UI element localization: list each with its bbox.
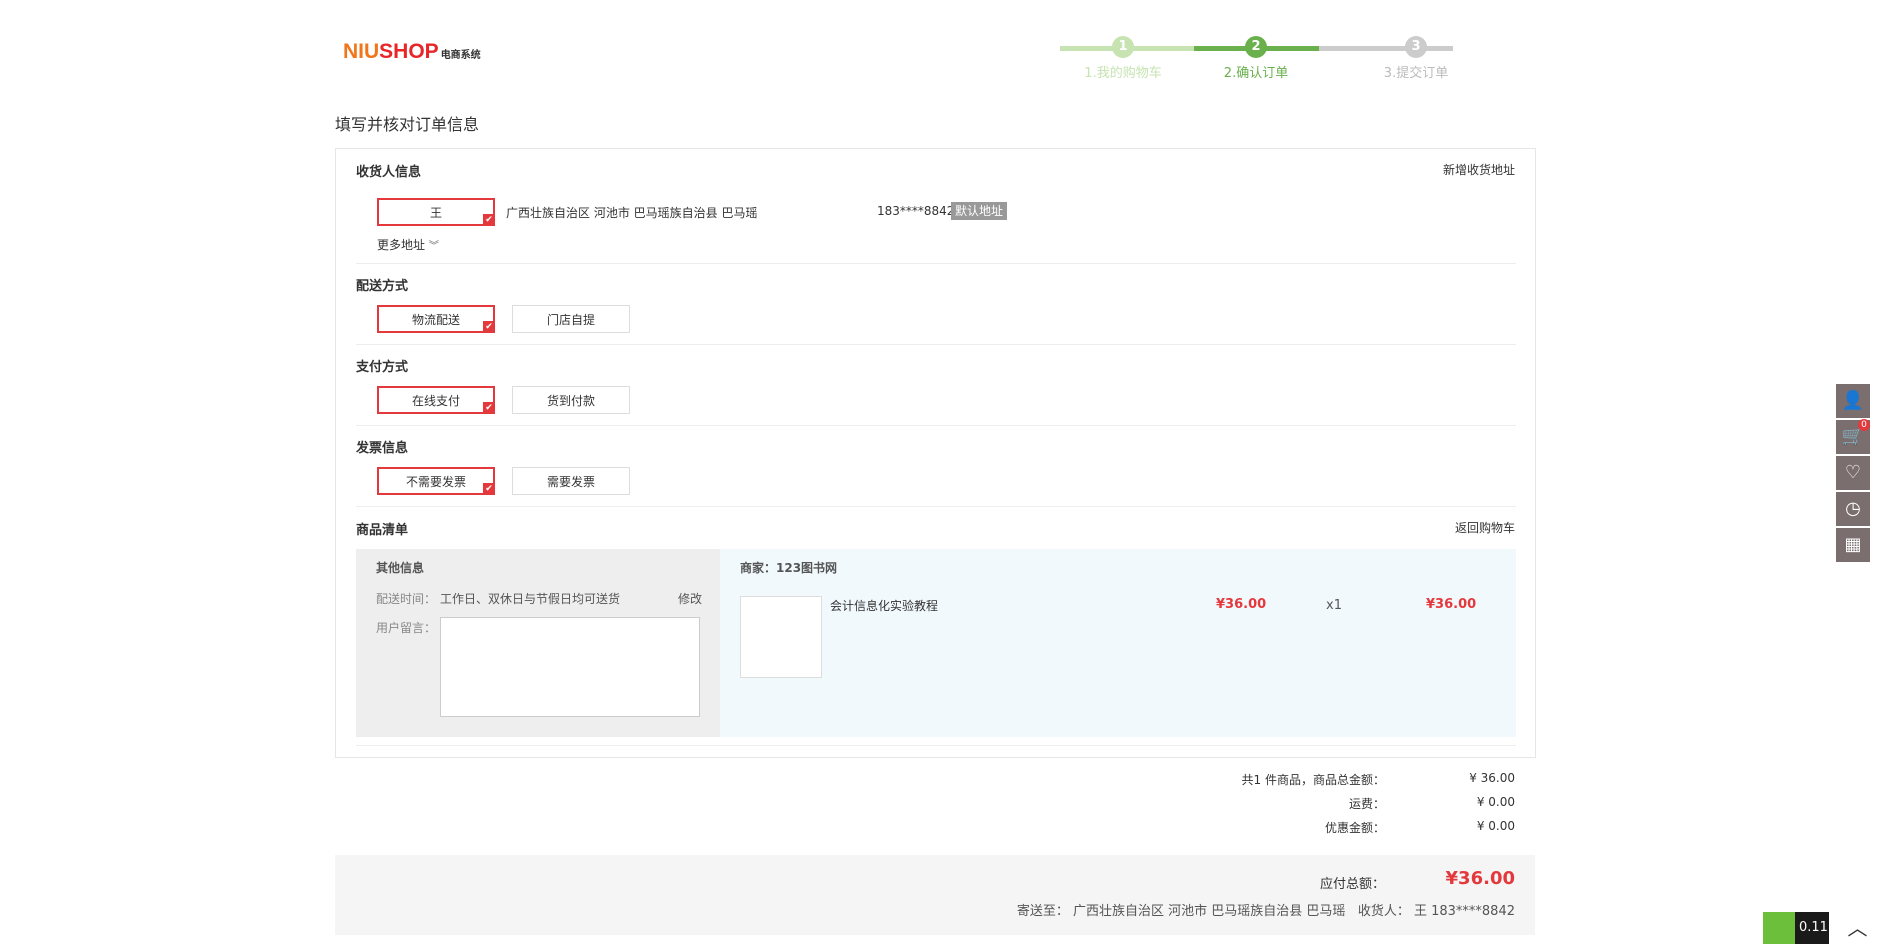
check-icon: ✔ — [483, 214, 495, 226]
clock-icon[interactable]: ◷ — [1836, 492, 1870, 526]
summary-freight-label: 运费： — [1348, 797, 1385, 811]
receiver-phone: 183****8842 — [877, 204, 955, 218]
invoice-option-need[interactable]: 需要发票 — [512, 467, 630, 495]
summary-discount-value: ¥ 0.00 — [1476, 819, 1515, 833]
check-icon: ✔ — [483, 402, 495, 414]
order-footer: 应付总额： ¥36.00 寄送至： 广西壮族自治区 河池市 巴马瑶族自治县 巴马… — [335, 855, 1535, 935]
product-subtotal: ¥36.00 — [1426, 597, 1477, 612]
speed-value: 0.117 — [1799, 920, 1837, 935]
logo[interactable]: NIUSHOP 电商系统 — [343, 40, 481, 64]
product-price: ¥36.00 — [1216, 597, 1267, 612]
delivery-option-logistics[interactable]: 物流配送 ✔ — [377, 305, 495, 333]
payment-option-cod[interactable]: 货到付款 — [512, 386, 630, 414]
user-icon[interactable]: 👤 — [1836, 384, 1870, 418]
check-icon: ✔ — [483, 321, 495, 333]
other-info-panel: 其他信息 配送时间： 工作日、双休日与节假日均可送货 修改 用户留言： — [356, 549, 720, 737]
order-form: 收货人信息 新增收货地址 王 ✔ 广西壮族自治区 河池市 巴马瑶族自治县 巴马瑶… — [335, 148, 1536, 758]
payment-title: 支付方式 — [356, 360, 409, 375]
goods-title: 商品清单 — [356, 523, 409, 538]
receiver-address: 广西壮族自治区 河池市 巴马瑶族自治县 巴马瑶 — [506, 206, 758, 220]
cart-icon[interactable]: 🛒 0 — [1836, 419, 1870, 454]
delivery-time-label: 配送时间： — [376, 592, 437, 606]
total-value: ¥36.00 — [1445, 868, 1515, 889]
qrcode-icon[interactable]: ▦ — [1836, 528, 1870, 562]
chevron-down-icon: ︾ — [428, 241, 439, 252]
step-1-dot: 1 — [1112, 36, 1134, 58]
more-address-label: 更多地址 — [377, 238, 426, 252]
delivery-option-pickup[interactable]: 门店自提 — [512, 305, 630, 333]
step-2-dot: 2 — [1245, 36, 1267, 58]
divider — [356, 506, 1516, 507]
step-2-label: 2.确认订单 — [1223, 66, 1289, 81]
logo-part2: SHOP — [379, 40, 439, 63]
add-address-link[interactable]: 新增收货地址 — [1443, 161, 1515, 178]
right-toolbar: 👤 🛒 0 ♡ ◷ ▦ — [1836, 0, 1879, 944]
shop-name: 商家：123图书网 — [740, 561, 838, 575]
total-label: 应付总额： — [1319, 877, 1385, 892]
logo-sub: 电商系统 — [440, 50, 481, 61]
delivery-option-logistics-label: 物流配送 — [411, 313, 460, 327]
step-3-label: 3.提交订单 — [1383, 66, 1449, 81]
delivery-time-value: 工作日、双休日与节假日均可送货 — [440, 592, 621, 606]
step-2: 2 2.确认订单 — [1176, 36, 1336, 81]
ship-to-info: 寄送至： 广西壮族自治区 河池市 巴马瑶族自治县 巴马瑶 收货人： 王 183*… — [1016, 904, 1515, 919]
back-to-cart-link[interactable]: 返回购物车 — [1455, 519, 1515, 536]
logo-part1: NIU — [343, 40, 380, 63]
heart-icon[interactable]: ♡ — [1836, 456, 1870, 490]
summary-count-value: ¥ 36.00 — [1469, 771, 1515, 785]
summary-freight-value: ¥ 0.00 — [1476, 795, 1515, 809]
invoice-option-none[interactable]: 不需要发票 ✔ — [377, 467, 495, 495]
message-label: 用户留言： — [376, 621, 437, 635]
modify-link[interactable]: 修改 — [678, 590, 702, 607]
speed-widget[interactable]: 0.117 — [1763, 912, 1836, 944]
order-steps: 1 1.我的购物车 2 2.确认订单 3 3.提交订单 — [1060, 36, 1532, 86]
page-title: 填写并核对订单信息 — [335, 115, 480, 134]
summary-discount-label: 优惠金额： — [1324, 821, 1385, 835]
summary-count-label: 共1 件商品，商品总金额： — [1241, 773, 1385, 787]
address-name-option[interactable]: 王 ✔ — [377, 198, 495, 226]
leaf-icon — [1763, 912, 1795, 944]
shop-panel: 商家：123图书网 会计信息化实验教程 ¥36.00 x1 ¥36.00 — [720, 549, 1516, 737]
default-address-badge: 默认地址 — [951, 202, 1008, 220]
cart-count-badge: 0 — [1858, 419, 1870, 431]
other-info-title: 其他信息 — [376, 561, 425, 575]
payment-option-online[interactable]: 在线支付 ✔ — [377, 386, 495, 414]
product-name[interactable]: 会计信息化实验教程 — [830, 597, 938, 614]
divider — [356, 425, 1516, 426]
step-3: 3 3.提交订单 — [1336, 36, 1496, 81]
invoice-option-none-label: 不需要发票 — [405, 475, 466, 489]
scroll-top-icon[interactable]: ︿ — [1836, 912, 1879, 944]
divider — [356, 263, 1516, 264]
product-thumbnail[interactable] — [740, 596, 822, 678]
product-qty: x1 — [1326, 598, 1342, 613]
invoice-title: 发票信息 — [356, 441, 409, 456]
delivery-title: 配送方式 — [356, 279, 409, 294]
divider — [356, 745, 1516, 746]
payment-option-online-label: 在线支付 — [411, 394, 460, 408]
message-textarea[interactable] — [440, 617, 700, 717]
receiver-name: 王 — [429, 206, 442, 220]
step-3-dot: 3 — [1405, 36, 1427, 58]
check-icon: ✔ — [483, 483, 495, 495]
divider — [356, 344, 1516, 345]
receiver-title: 收货人信息 — [356, 165, 422, 180]
more-address-link[interactable]: 更多地址 ︾ — [377, 236, 439, 253]
